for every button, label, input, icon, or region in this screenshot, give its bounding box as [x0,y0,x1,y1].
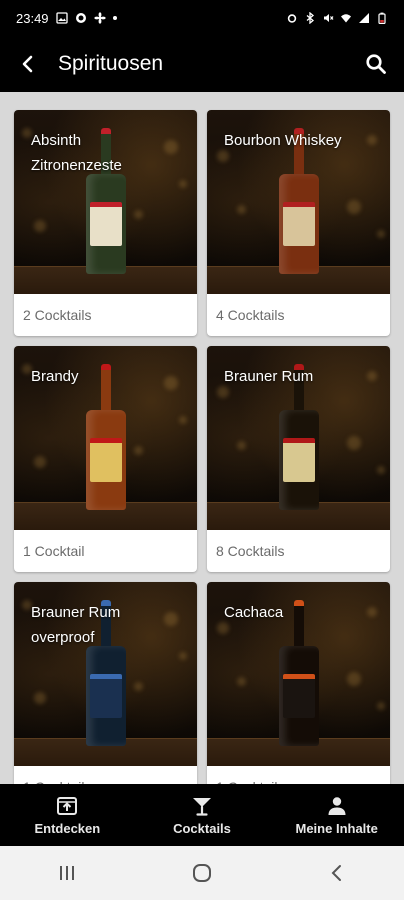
spirit-name-line: Brauner Rum [224,368,314,385]
spirit-name: Brandy [31,364,189,389]
bokeh-light [134,446,143,455]
spirit-photo: Brandy [14,346,197,530]
spirits-grid: Absinth Zitronenzeste 2 Cocktails Bourbon W… [14,110,390,784]
cocktail-count: 1 Cocktail [14,766,197,784]
cocktail-count: 4 Cocktails [216,307,285,323]
bokeh-light [237,205,246,214]
bottom-navigation: Entdecken Cocktails Meine Inhalte [0,784,404,846]
spirit-name: Bourbon Whiskey [224,128,382,153]
bluetooth-icon [306,12,315,24]
nav-label: Meine Inhalte [295,821,378,836]
wifi-icon [341,14,351,23]
page-title: Spirituosen [58,52,164,75]
bokeh-light [179,652,187,660]
spirit-card[interactable]: Brauner Rum 8 Cocktails [207,346,390,572]
fan-icon [93,12,106,24]
back-button[interactable] [0,36,56,92]
gallery-icon [55,12,68,24]
bokeh-light [237,677,246,686]
spirit-name: Brauner Rum [224,364,382,389]
home-icon [192,864,211,882]
alarm-icon [287,14,297,23]
system-navigation-bar [0,846,404,900]
recents-icon [60,866,75,880]
spirit-name-line: Zitronenzeste [31,157,122,174]
nav-label: Entdecken [34,821,101,836]
spirit-name-line: Cachaca [224,604,284,621]
bokeh-light [377,230,385,238]
mute-icon [324,14,334,22]
spirit-name: Absinth Zitronenzeste [31,128,189,178]
cocktail-count: 2 Cocktails [23,307,92,323]
bokeh-light [34,692,46,704]
spirit-card[interactable]: Absinth Zitronenzeste 2 Cocktails [14,110,197,336]
nav-item-entdecken[interactable]: Entdecken [0,784,135,846]
system-back-button[interactable] [307,846,367,900]
bokeh-light [179,180,187,188]
explore-icon [57,797,78,815]
app-bar: Spirituosen [0,36,404,92]
spirit-photo: Cachaca [207,582,390,766]
spirit-name-line: Absinth [31,132,82,149]
bokeh-light [179,416,187,424]
spirit-photo: Bourbon Whiskey [207,110,390,294]
status-right [286,12,388,24]
status-bar: 23:49 [0,0,404,36]
spirits-list[interactable]: Absinth Zitronenzeste 2 Cocktails Bourbon W… [0,92,404,784]
bokeh-light [34,456,46,468]
dot-icon [112,16,117,20]
nav-item-meine-inhalte[interactable]: Meine Inhalte [269,784,404,846]
home-button[interactable] [172,846,232,900]
search-button[interactable] [348,36,404,92]
person-icon [328,797,346,815]
recents-button[interactable] [37,846,97,900]
spirit-card[interactable]: Cachaca 1 Cocktail [207,582,390,784]
nav-item-cocktails[interactable]: Cocktails [135,784,270,846]
search-icon [366,54,386,74]
spirit-name-line: Brauner Rum [31,604,121,621]
status-left: 23:49 [16,11,117,26]
spirit-card[interactable]: Brandy 1 Cocktail [14,346,197,572]
spirit-name: Cachaca [224,600,382,625]
bokeh-light [377,702,385,710]
arrow-back-icon [22,55,33,73]
bokeh-light [377,466,385,474]
bokeh-light [134,682,143,691]
cocktail-count: 1 Cocktail [207,766,390,784]
spirit-photo: Brauner Rum overproof [14,582,197,766]
nav-label: Cocktails [173,821,231,836]
spirit-name: Brauner Rum overproof [31,600,189,650]
clock: 23:49 [16,10,49,26]
spirit-photo: Brauner Rum [207,346,390,530]
signal-icon [359,13,369,23]
spirit-name-line: Brandy [31,368,79,385]
spirit-photo: Absinth Zitronenzeste [14,110,197,294]
bokeh-light [237,441,246,450]
cocktail-glass-icon [193,798,211,816]
bokeh-light [34,220,46,232]
spirit-name-line: overproof [31,629,95,646]
bokeh-light [347,436,361,450]
spirit-name-line: Bourbon Whiskey [224,132,342,149]
cocktail-count: 1 Cocktail [23,543,85,559]
bokeh-light [347,200,361,214]
github-icon [75,13,86,23]
spirit-card[interactable]: Brauner Rum overproof 1 Cocktail [14,582,197,784]
back-icon [331,865,341,881]
battery-icon [378,12,386,24]
spirit-card[interactable]: Bourbon Whiskey 4 Cocktails [207,110,390,336]
bokeh-light [347,672,361,686]
cocktail-count: 8 Cocktails [216,543,285,559]
bokeh-light [134,210,143,219]
